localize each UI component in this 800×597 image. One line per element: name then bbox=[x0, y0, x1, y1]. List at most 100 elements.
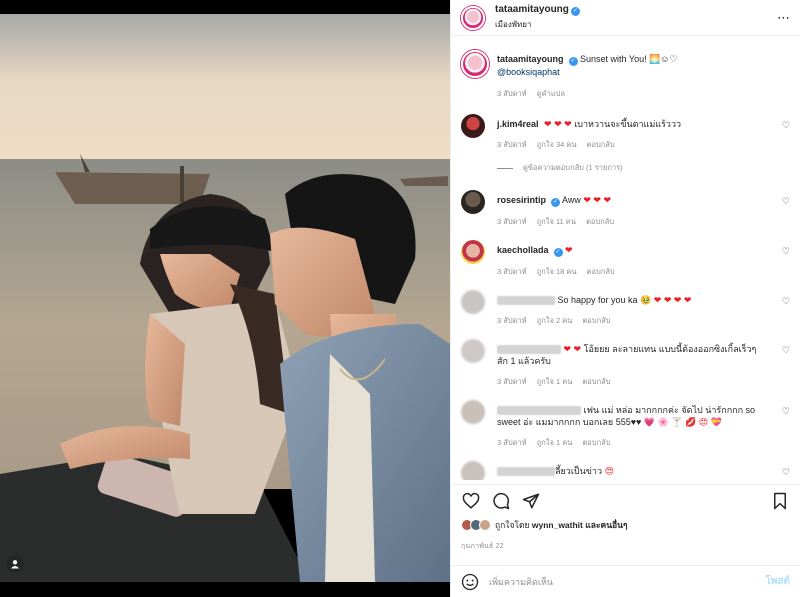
more-options-icon[interactable]: ⋯ bbox=[777, 10, 790, 26]
comment-icon[interactable] bbox=[491, 491, 511, 511]
comment-body: เบาหวานจะขึ้นตาแม่แร้ววว bbox=[574, 119, 682, 129]
comment-meta: 3 สัปดาห์ ถูกใจ 18 คน ตอบกลับ bbox=[497, 266, 623, 278]
comment-likes[interactable]: ถูกใจ 1 คน bbox=[537, 377, 573, 386]
comment-time[interactable]: 3 สัปดาห์ bbox=[497, 217, 527, 226]
caption-text: tataamitayoung ✓ Sunset with You! 🌅☺︎♡ @b… bbox=[497, 53, 678, 78]
commenter-username[interactable]: rosesirintip bbox=[497, 195, 546, 205]
caption-time[interactable]: 3 สัปดาห์ bbox=[497, 89, 527, 98]
heart-emojis: ❤ ❤ bbox=[563, 344, 582, 354]
comment-text: ❤ ❤ โอ้ยยย ละลายแทน แบบนี้ต้องออกซิงเกิ้… bbox=[497, 343, 756, 367]
like-comment-icon[interactable]: ♡ bbox=[782, 345, 790, 356]
reply-button[interactable]: ตอบกลับ bbox=[582, 316, 610, 325]
comment-likes[interactable]: ถูกใจ 2 คน bbox=[537, 316, 573, 325]
comment-time[interactable]: 3 สัปดาห์ bbox=[497, 140, 527, 149]
instagram-post-modal: tataamitayoung ✓ เมืองพัทยา ⋯ tataamitayo… bbox=[0, 0, 800, 597]
person-icon bbox=[11, 560, 19, 569]
reply-button[interactable]: ตอบกลับ bbox=[582, 438, 610, 447]
blurred-username bbox=[497, 467, 555, 477]
liker-avatar bbox=[479, 519, 491, 531]
comment-body-cont: สัก 1 แล้วครับ bbox=[497, 356, 551, 366]
comment-likes[interactable]: ถูกใจ 34 คน bbox=[537, 140, 577, 149]
comment-item: ลี้ยวเป็นข่าว 😍 ♡ bbox=[461, 461, 790, 480]
comment-item: ❤ ❤ โอ้ยยย ละลายแทน แบบนี้ต้องออกซิงเกิ้… bbox=[461, 339, 790, 388]
like-comment-icon[interactable]: ♡ bbox=[782, 467, 790, 478]
reply-button[interactable]: ตอบกลับ bbox=[586, 217, 614, 226]
commenter-avatar[interactable] bbox=[461, 114, 485, 138]
bookmark-icon[interactable] bbox=[770, 491, 790, 511]
caption-avatar[interactable] bbox=[461, 50, 489, 78]
post-date[interactable]: กุมภาพันธ์ 22 bbox=[461, 541, 504, 552]
comment-input[interactable]: เพิ่มความคิดเห็น bbox=[489, 575, 765, 589]
emojis: 😍 bbox=[604, 466, 614, 476]
comment-body: โอ้ยยย ละลายแทน แบบนี้ต้องออกซิงเกิ้ลเร็… bbox=[583, 344, 757, 354]
liked-by-prefix: ถูกใจโดย bbox=[495, 520, 530, 530]
liked-by-others[interactable]: และคนอื่นๆ bbox=[585, 518, 627, 532]
liked-by-row[interactable]: ถูกใจโดย wynn_wathit และคนอื่นๆ bbox=[461, 518, 790, 532]
translate-link[interactable]: ดูคำแปล bbox=[537, 89, 565, 98]
blurred-username bbox=[497, 406, 581, 416]
comment-body: So happy for you ka bbox=[557, 295, 638, 305]
comment-likes[interactable]: ถูกใจ 18 คน bbox=[537, 267, 577, 276]
heart-emojis: 🥹 ❤ ❤ ❤ ❤ bbox=[640, 295, 692, 305]
post-actions-bar bbox=[451, 484, 800, 516]
verified-badge-icon: ✓ bbox=[553, 248, 563, 257]
photo-illustration bbox=[0, 14, 450, 582]
post-image-pane bbox=[0, 0, 450, 597]
comment-time[interactable]: 3 สัปดาห์ bbox=[497, 377, 527, 386]
commenter-username[interactable]: j.kim4real bbox=[497, 119, 539, 129]
commenter-avatar-blurred[interactable] bbox=[461, 339, 485, 363]
comment-meta: 3 สัปดาห์ ถูกใจ 11 คน ตอบกลับ bbox=[497, 216, 622, 228]
post-location[interactable]: เมืองพัทยา bbox=[495, 18, 580, 31]
post-photo[interactable] bbox=[0, 14, 450, 582]
reply-button[interactable]: ตอบกลับ bbox=[582, 377, 610, 386]
heart-icon[interactable] bbox=[461, 491, 481, 511]
like-comment-icon[interactable]: ♡ bbox=[782, 246, 790, 257]
like-comment-icon[interactable]: ♡ bbox=[782, 196, 790, 207]
commenter-avatar-blurred[interactable] bbox=[461, 290, 485, 314]
comment-likes[interactable]: ถูกใจ 11 คน bbox=[537, 217, 576, 226]
verified-badge-icon: ✓ bbox=[568, 57, 578, 66]
commenter-avatar[interactable] bbox=[461, 190, 485, 214]
comment-text: j.kim4real ❤ ❤ ❤ เบาหวานจะขึ้นตาแม่แร้วว… bbox=[497, 118, 681, 130]
caption-username[interactable]: tataamitayoung bbox=[497, 54, 564, 64]
liked-by-user[interactable]: wynn_wathit bbox=[532, 520, 583, 530]
like-comment-icon[interactable]: ♡ bbox=[782, 120, 790, 131]
comment-item: j.kim4real ❤ ❤ ❤ เบาหวานจะขึ้นตาแม่แร้วว… bbox=[461, 114, 790, 151]
like-comment-icon[interactable]: ♡ bbox=[782, 296, 790, 307]
author-avatar[interactable] bbox=[461, 5, 485, 30]
commenter-username[interactable]: kaechollada bbox=[497, 245, 549, 255]
heart-emojis: ❤ bbox=[565, 245, 573, 255]
comment-text: ลี้ยวเป็นข่าว 😍 bbox=[497, 465, 614, 477]
reply-button[interactable]: ตอบกลับ bbox=[587, 140, 615, 149]
comment-composer: เพิ่มความคิดเห็น โพสต์ bbox=[451, 565, 800, 597]
liker-avatars bbox=[461, 519, 491, 531]
post-header: tataamitayoung ✓ เมืองพัทยา ⋯ bbox=[451, 0, 800, 36]
comment-time[interactable]: 3 สัปดาห์ bbox=[497, 438, 527, 447]
heart-emojis: ❤ ❤ ❤ bbox=[544, 119, 572, 129]
comment-likes[interactable]: ถูกใจ 1 คน bbox=[537, 438, 573, 447]
comment-body: ลี้ยวเป็นข่าว bbox=[555, 466, 603, 476]
tagged-people-button[interactable] bbox=[6, 555, 24, 573]
comment-meta: 3 สัปดาห์ ถูกใจ 2 คน ตอบกลับ bbox=[497, 315, 691, 327]
commenter-avatar-blurred[interactable] bbox=[461, 461, 485, 480]
comment-time[interactable]: 3 สัปดาห์ bbox=[497, 267, 527, 276]
replies-divider bbox=[497, 167, 513, 169]
post-sidebar: tataamitayoung ✓ เมืองพัทยา ⋯ tataamitayo… bbox=[450, 0, 800, 597]
post-comment-button[interactable]: โพสต์ bbox=[765, 574, 790, 589]
author-username[interactable]: tataamitayoung bbox=[495, 4, 569, 15]
comment-time[interactable]: 3 สัปดาห์ bbox=[497, 316, 527, 325]
reply-button[interactable]: ตอบกลับ bbox=[587, 267, 615, 276]
caption-mention[interactable]: @booksiqaphat bbox=[497, 67, 560, 77]
comment-meta: 3 สัปดาห์ ถูกใจ 1 คน ตอบกลับ bbox=[497, 376, 756, 388]
emoji-picker-icon[interactable] bbox=[461, 573, 479, 591]
caption-meta: 3 สัปดาห์ ดูคำแปล bbox=[497, 88, 678, 100]
commenter-avatar[interactable] bbox=[461, 240, 485, 264]
like-comment-icon[interactable]: ♡ bbox=[782, 406, 790, 417]
comment-item: So happy for you ka 🥹 ❤ ❤ ❤ ❤ 3 สัปดาห์ … bbox=[461, 290, 790, 327]
view-replies-button[interactable]: ดูข้อความตอบกลับ (1 รายการ) bbox=[497, 162, 790, 174]
comment-text: kaechollada ✓ ❤ bbox=[497, 244, 623, 257]
comment-body: Aww bbox=[562, 195, 581, 205]
share-icon[interactable] bbox=[521, 491, 541, 511]
commenter-avatar-blurred[interactable] bbox=[461, 400, 485, 424]
comments-list[interactable]: tataamitayoung ✓ Sunset with You! 🌅☺︎♡ @b… bbox=[451, 44, 800, 480]
